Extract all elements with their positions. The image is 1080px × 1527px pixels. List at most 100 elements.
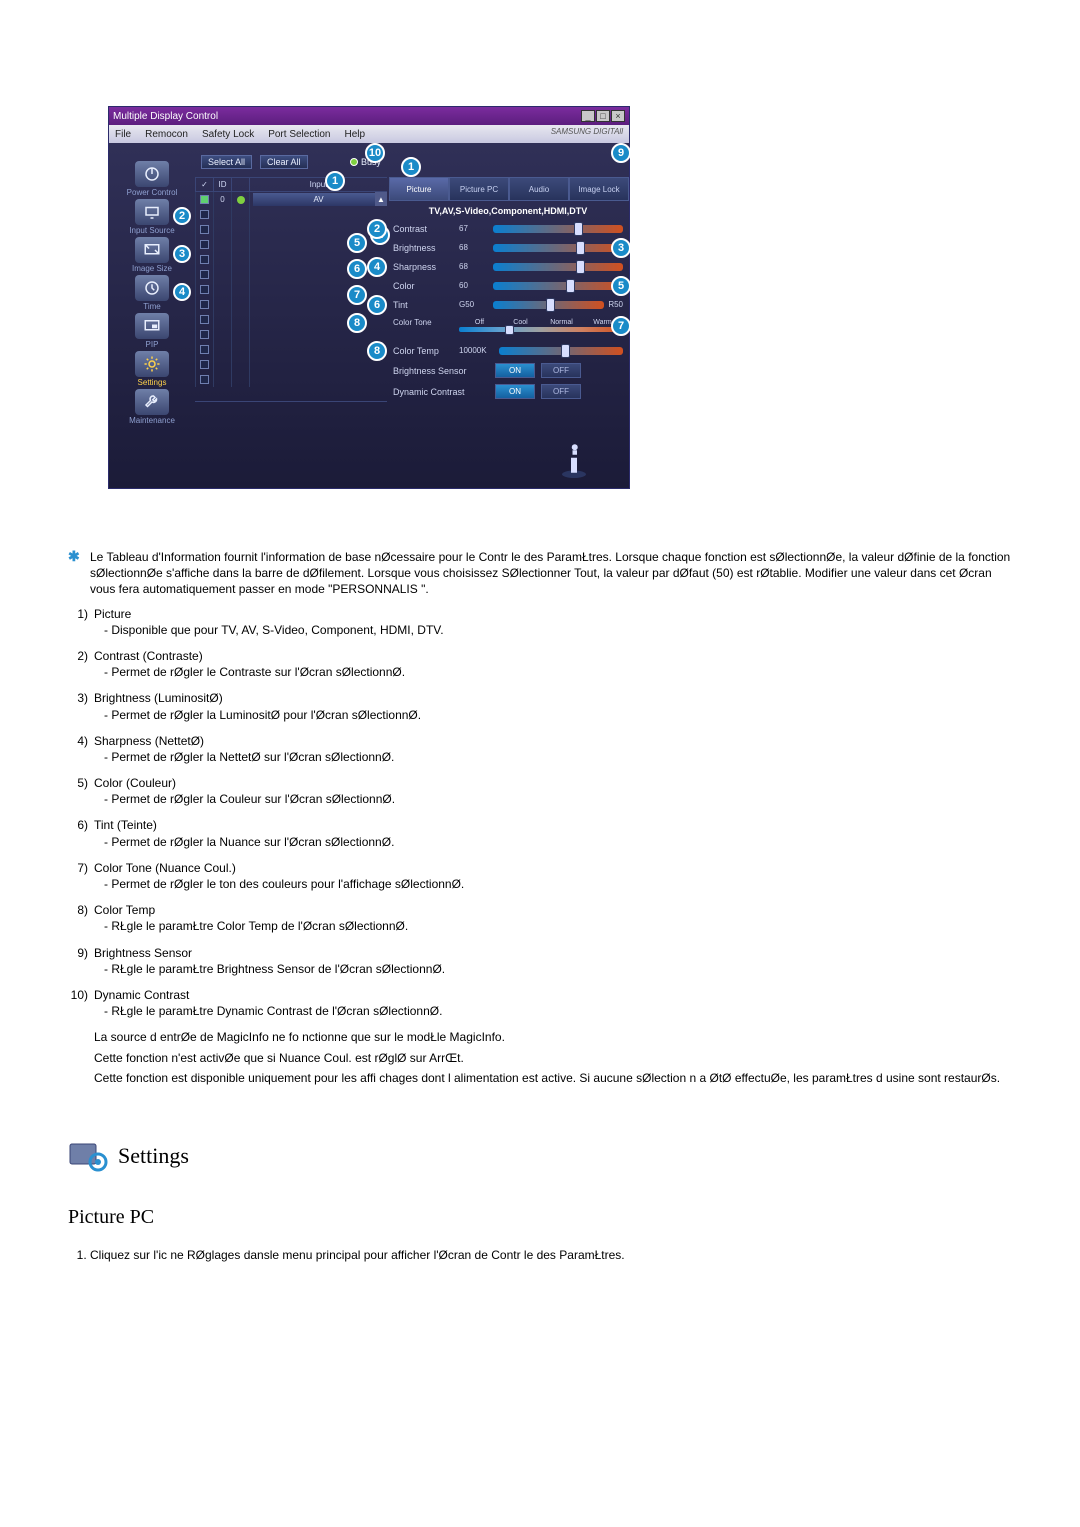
callout-6: 6 [347, 259, 367, 279]
image-size-icon [135, 237, 169, 263]
table-row[interactable] [195, 357, 387, 372]
menu-safety-lock[interactable]: Safety Lock [202, 129, 254, 140]
clear-all-button[interactable]: Clear All [260, 155, 308, 169]
bsensor-off-button[interactable]: OFF [541, 363, 581, 378]
row-color-temp: 8 Color Temp 10000K [387, 341, 629, 360]
info-icon [559, 440, 589, 480]
table-row[interactable] [195, 372, 387, 387]
maximize-icon[interactable]: □ [596, 110, 610, 122]
row-tint: 6 Tint G50 R50 [387, 295, 629, 314]
menu-file[interactable]: File [115, 129, 131, 140]
menu-remocon[interactable]: Remocon [145, 129, 188, 140]
row-check-icon[interactable] [200, 345, 209, 354]
row-check-icon[interactable] [200, 270, 209, 279]
tab-picture[interactable]: Picture [389, 177, 449, 201]
select-all-button[interactable]: Select All [201, 155, 252, 169]
grid-header: ✓ ID Input [195, 177, 387, 192]
menu-help[interactable]: Help [344, 129, 365, 140]
tab-image-lock[interactable]: Image Lock [569, 177, 629, 201]
dcontrast-off-button[interactable]: OFF [541, 384, 581, 399]
callout-r6: 6 [367, 295, 387, 315]
settings-heading: Settings [68, 1140, 1012, 1172]
subtitle: TV,AV,S-Video,Component,HDMI,DTV [387, 201, 629, 219]
row-check-icon[interactable] [200, 330, 209, 339]
row-check-icon[interactable] [200, 225, 209, 234]
callout-5: 5 [347, 233, 367, 253]
tab-row: Picture Picture PC Audio Image Lock [387, 177, 629, 201]
sidebar-item-image-size[interactable]: Image Size 3 [117, 237, 187, 273]
star-icon: ✱ [68, 549, 82, 598]
settings-large-icon [68, 1140, 108, 1172]
grid-head-input: Input [249, 178, 387, 191]
bsensor-on-button[interactable]: ON [495, 363, 535, 378]
sidebar-item-input-source[interactable]: Input Source 2 [117, 199, 187, 235]
sidebar-item-power-control[interactable]: Power Control [117, 161, 187, 197]
scroll-up-button[interactable]: ▲ [375, 192, 387, 206]
minimize-icon[interactable]: _ [581, 110, 595, 122]
list-item: 1)Picture- Disponible que pour TV, AV, S… [68, 606, 1012, 638]
window-title: Multiple Display Control [113, 111, 218, 122]
menu-bar: File Remocon Safety Lock Port Selection … [109, 125, 629, 143]
row-brightness: Brightness 68 3 [387, 238, 629, 257]
callout-1: 1 [325, 171, 345, 191]
dcontrast-on-button[interactable]: ON [495, 384, 535, 399]
sidebar-item-pip[interactable]: PIP [117, 313, 187, 349]
sidebar: Power Control Input Source 2 Image Size … [109, 143, 195, 488]
parameter-list: 1)Picture- Disponible que pour TV, AV, S… [68, 606, 1012, 1020]
row-dynamic-contrast: 10 Dynamic Contrast ON OFF [387, 381, 629, 402]
row-check-icon[interactable] [200, 375, 209, 384]
window-titlebar: Multiple Display Control _ □ × [109, 107, 629, 125]
time-icon [135, 275, 169, 301]
row-check-icon[interactable] [200, 300, 209, 309]
row-brightness-sensor: Brightness Sensor ON OFF 9 [387, 360, 629, 381]
list-item: 7)Color Tone (Nuance Coul.)- Permet de r… [68, 860, 1012, 892]
color-slider[interactable] [493, 282, 623, 290]
callout-7: 7 [347, 285, 367, 305]
window-buttons: _ □ × [581, 110, 625, 122]
contrast-slider[interactable] [493, 225, 623, 233]
color-temp-slider[interactable] [499, 347, 623, 355]
brightness-slider[interactable] [493, 244, 623, 252]
callout-r9: 9 [611, 143, 631, 163]
grid-head-status [231, 178, 249, 191]
row-input-value: AV [253, 193, 384, 206]
row-check-icon[interactable] [200, 315, 209, 324]
row-check-icon[interactable] [200, 240, 209, 249]
color-tone-segment[interactable]: Off Cool Normal Warm [459, 319, 623, 326]
sidebar-item-time[interactable]: Time 4 [117, 275, 187, 311]
row-check-icon[interactable] [200, 195, 209, 204]
maintenance-icon [135, 389, 169, 415]
tab-picture-pc[interactable]: Picture PC [449, 177, 509, 201]
close-icon[interactable]: × [611, 110, 625, 122]
row-check-icon[interactable] [200, 255, 209, 264]
row-check-icon[interactable] [200, 210, 209, 219]
brand-label: SAMSUNG DIGITAll [551, 127, 623, 136]
sidebar-item-settings[interactable]: Settings [117, 351, 187, 387]
list-item: 3)Brightness (LuminositØ)- Permet de rØg… [68, 690, 1012, 722]
table-row[interactable] [195, 342, 387, 357]
grid-head-check: ✓ [195, 178, 213, 191]
device-grid-pane: Select All Clear All Busy 1 ✓ ID Input [195, 143, 387, 488]
callout-r7: 7 [611, 316, 631, 336]
grid-head-id: ID [213, 178, 231, 191]
row-contrast: 2 Contrast 67 [387, 219, 629, 238]
tint-slider[interactable] [493, 301, 604, 309]
tab-audio[interactable]: Audio [509, 177, 569, 201]
row-color: Color 60 5 [387, 276, 629, 295]
callout-8: 8 [347, 313, 367, 333]
callout-r5: 5 [611, 276, 631, 296]
row-color-tone: Color Tone Off Cool Normal Warm 7 [387, 314, 629, 331]
picture-pc-heading: Picture PC [68, 1204, 1012, 1231]
row-check-icon[interactable] [200, 360, 209, 369]
table-row[interactable]: 0 AV [195, 192, 387, 207]
table-row[interactable] [195, 207, 387, 222]
callout-tab-1: 1 [401, 157, 421, 177]
sidebar-item-maintenance[interactable]: Maintenance [117, 389, 187, 425]
input-icon [135, 199, 169, 225]
menu-port-selection[interactable]: Port Selection [268, 129, 330, 140]
sharpness-slider[interactable] [493, 263, 623, 271]
notes-block: La source d entrØe de MagicInfo ne fo nc… [94, 1029, 1012, 1086]
callout-r3: 3 [611, 238, 631, 258]
row-check-icon[interactable] [200, 285, 209, 294]
list-item: 6)Tint (Teinte)- Permet de rØgler la Nua… [68, 817, 1012, 849]
